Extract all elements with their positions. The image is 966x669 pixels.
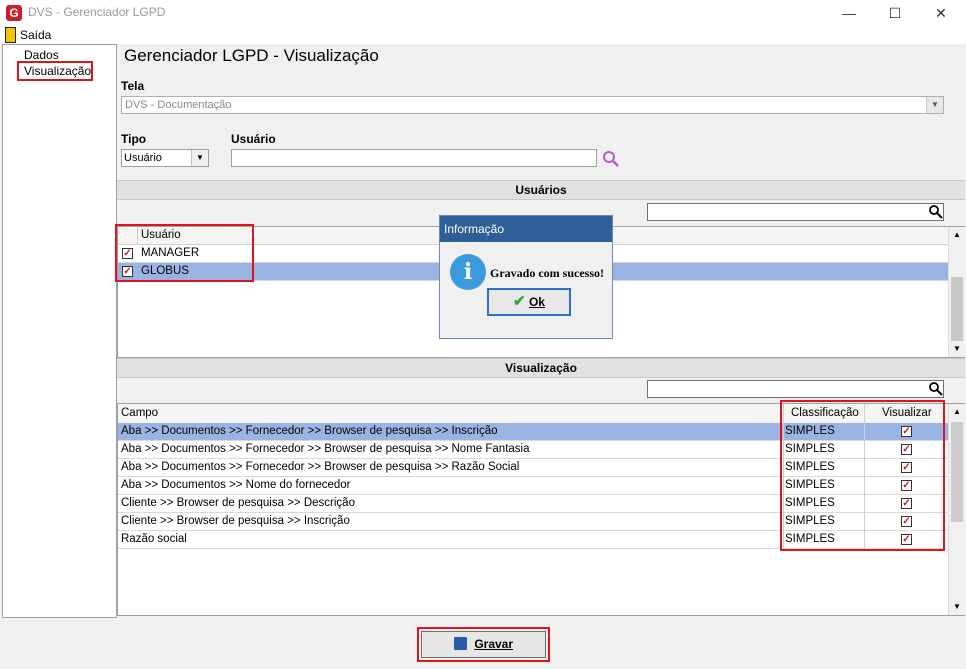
vis-search-input[interactable]	[647, 380, 944, 398]
info-icon: i	[450, 254, 486, 290]
chevron-down-icon[interactable]: ▼	[949, 599, 965, 615]
tela-label: Tela	[121, 79, 145, 93]
minimize-icon[interactable]: —	[826, 0, 872, 26]
checkmark-icon: ✔	[513, 293, 526, 310]
usuario-input[interactable]	[231, 149, 597, 167]
highlight-box	[780, 400, 945, 551]
ok-button[interactable]: ✔ Ok	[487, 288, 571, 316]
campo-cell: Aba >> Documentos >> Fornecedor >> Brows…	[121, 425, 498, 437]
usuario-label: Usuário	[231, 132, 276, 146]
chevron-up-icon[interactable]: ▲	[949, 404, 965, 420]
chevron-down-icon[interactable]: ▼	[191, 150, 208, 166]
highlight-box	[17, 61, 93, 81]
page-title: Gerenciador LGPD - Visualização	[124, 46, 379, 65]
sidebar-tree	[2, 44, 117, 618]
highlight-box	[417, 627, 550, 662]
users-scrollbar[interactable]: ▲ ▼	[948, 227, 965, 357]
window-title: DVS - Gerenciador LGPD	[28, 5, 166, 19]
tela-select[interactable]: DVS - Documentação ▼	[121, 96, 944, 114]
search-icon[interactable]	[928, 381, 943, 399]
chevron-up-icon[interactable]: ▲	[949, 227, 965, 243]
highlight-box	[115, 224, 254, 282]
column-header-campo[interactable]: Campo	[121, 407, 158, 419]
campo-cell: Aba >> Documentos >> Nome do fornecedor	[121, 479, 351, 491]
tela-select-value: DVS - Documentação	[125, 99, 232, 111]
ok-button-label: Ok	[528, 295, 545, 309]
search-icon[interactable]	[602, 150, 620, 171]
vis-scrollbar[interactable]: ▲ ▼	[948, 404, 965, 615]
campo-cell: Cliente >> Browser de pesquisa >> Descri…	[121, 497, 355, 509]
close-icon[interactable]: ✕	[918, 0, 964, 26]
campo-cell: Cliente >> Browser de pesquisa >> Inscri…	[121, 515, 350, 527]
users-section-header: Usuários	[117, 180, 965, 200]
chevron-down-icon[interactable]: ▼	[926, 97, 943, 113]
search-icon[interactable]	[928, 204, 943, 222]
scrollbar-thumb[interactable]	[951, 277, 963, 341]
campo-cell: Razão social	[121, 533, 187, 545]
dialog-message: Gravado com sucesso!	[490, 266, 604, 280]
maximize-icon[interactable]: ☐	[872, 0, 918, 26]
tree-item-dados[interactable]: Dados	[24, 48, 59, 62]
users-search-input[interactable]	[647, 203, 944, 221]
dialog-title: Informação	[440, 216, 612, 242]
exit-door-icon[interactable]	[5, 27, 16, 43]
scrollbar-thumb[interactable]	[951, 422, 963, 522]
menu-bar	[0, 26, 966, 44]
campo-cell: Aba >> Documentos >> Fornecedor >> Brows…	[121, 461, 520, 473]
tipo-select[interactable]: Usuário ▼	[121, 149, 209, 167]
campo-cell: Aba >> Documentos >> Fornecedor >> Brows…	[121, 443, 530, 455]
tipo-select-value: Usuário	[124, 152, 162, 164]
tipo-label: Tipo	[121, 132, 147, 146]
menu-exit[interactable]: Saída	[20, 28, 51, 42]
app-logo-icon: G	[6, 5, 22, 21]
vis-section-header: Visualização	[117, 358, 965, 378]
chevron-down-icon[interactable]: ▼	[949, 341, 965, 357]
info-dialog: Informação i Gravado com sucesso! ✔ Ok	[439, 215, 613, 339]
